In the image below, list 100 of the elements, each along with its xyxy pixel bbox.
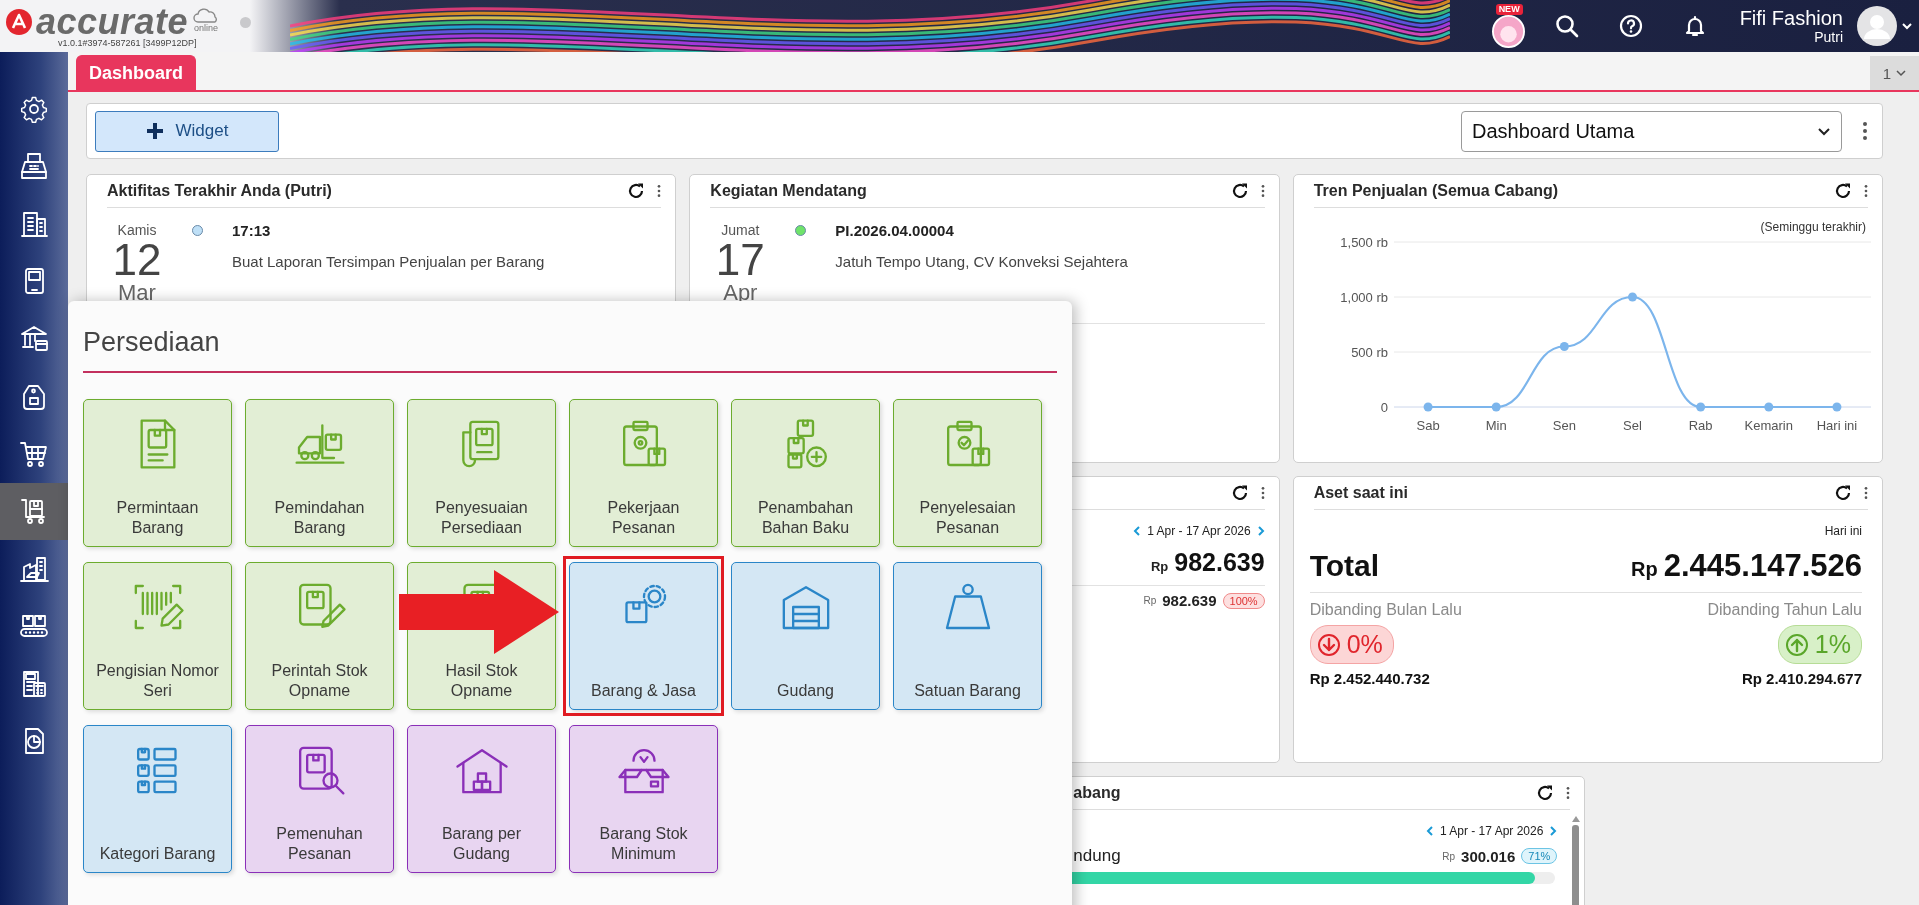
currency-label: Rp	[1631, 558, 1658, 581]
menu-tile[interactable]: Perintah Stok Opname	[245, 562, 394, 710]
version-text: v1.0.1#3974-587261 [3499P12DP]	[58, 38, 198, 48]
refresh-icon[interactable]	[1834, 182, 1852, 200]
menu-tile[interactable]: Penyesuaian Persediaan	[407, 399, 556, 547]
day-label: Kamis	[117, 222, 157, 239]
tile-label: Pengisian Nomor Seri	[95, 661, 220, 701]
comparison-label: Dibanding Tahun Lalu	[1707, 601, 1862, 619]
day-label: Jumat	[721, 222, 760, 239]
arrow-up-icon	[1784, 632, 1809, 657]
date-number: 17	[715, 239, 765, 281]
kebab-menu-icon[interactable]	[1260, 485, 1265, 501]
caret-icon[interactable]	[1901, 20, 1913, 32]
menu-tile[interactable]: Pengisian Nomor Seri	[83, 562, 232, 710]
menu-tile[interactable]: Barang & Jasa	[569, 562, 718, 710]
branch-name: ndung	[1073, 846, 1121, 866]
logo-subtitle: online	[194, 23, 219, 33]
avatar-icon[interactable]	[1857, 6, 1897, 46]
widget-button[interactable]: Widget	[95, 110, 279, 152]
data-point	[1423, 402, 1433, 412]
chevron-right-icon[interactable]	[1256, 526, 1265, 536]
tab[interactable]: Dashboard	[76, 55, 197, 90]
currency-label: Rp	[1143, 595, 1157, 606]
event-title: 17:13	[232, 222, 272, 239]
widget-title: Kegiatan Mendatang	[710, 182, 867, 200]
change-percent: 1%	[1814, 630, 1851, 659]
kebab-menu-icon[interactable]	[1862, 121, 1868, 141]
popup-title: Persediaan	[83, 301, 1057, 373]
tile-label: Penyelesaian Pesanan	[918, 498, 1017, 538]
refresh-icon[interactable]	[1834, 484, 1852, 502]
refresh-icon[interactable]	[1230, 182, 1249, 200]
menu-tile[interactable]: Barang per Gudang	[407, 725, 556, 873]
data-point	[1491, 402, 1501, 412]
axis-label: 1,500 rb	[1339, 235, 1388, 250]
percent-badge: 71%	[1521, 848, 1558, 864]
refresh-icon[interactable]	[1536, 784, 1555, 802]
avatar-icon[interactable]	[1491, 15, 1525, 48]
menu-tile[interactable]: Kategori Barang	[83, 725, 232, 873]
tile-label: Kategori Barang	[99, 844, 216, 864]
menu-tile[interactable]: Pemenuhan Pesanan	[245, 725, 394, 873]
menu-tile[interactable]: Penyelesaian Pesanan	[893, 399, 1042, 547]
period-label: Hari ini	[1823, 524, 1862, 538]
chevron-left-icon[interactable]	[1425, 826, 1434, 836]
axis-label: 500 rb	[1350, 345, 1388, 360]
total-label: Total	[1309, 549, 1380, 583]
date-range: 1 Apr - 17 Apr 2026	[1439, 824, 1544, 838]
tile-label: Penambahan Bahan Baku	[756, 498, 855, 538]
refresh-icon[interactable]	[1230, 484, 1249, 502]
amount: 300.016	[1461, 847, 1516, 865]
data-point	[1832, 402, 1842, 412]
menu-tile[interactable]: Pemindahan Barang	[245, 399, 394, 547]
menu-tile[interactable]: Pekerjaan Pesanan	[569, 399, 718, 547]
user-name: Putri	[1814, 29, 1843, 45]
widget-title: Tren Penjualan (Semua Cabang)	[1313, 182, 1559, 200]
tile-label: Barang & Jasa	[591, 681, 696, 701]
axis-label: Kemarin	[1744, 418, 1793, 433]
chevron-left-icon[interactable]	[1133, 526, 1142, 536]
menu-tile[interactable]: Gudang	[731, 562, 880, 710]
total-amount: 982.639	[1174, 548, 1265, 577]
tile-label: Barang Stok Minimum	[598, 824, 689, 864]
axis-label: Rab	[1688, 418, 1713, 433]
menu-tile[interactable]: Penambahan Bahan Baku	[731, 399, 880, 547]
data-point	[1695, 402, 1705, 412]
tile-label: Gudang	[777, 681, 834, 701]
menu-tile[interactable]: Permintaan Barang	[83, 399, 232, 547]
tile-label: Satuan Barang	[914, 681, 1021, 701]
axis-label: Sab	[1416, 418, 1440, 433]
scrollbar[interactable]	[1571, 816, 1581, 905]
tile-label: Pemindahan Barang	[273, 498, 366, 538]
event-description: Buat Laporan Tersimpan Penjualan per Barang	[232, 253, 546, 270]
data-point	[1627, 292, 1637, 302]
kebab-menu-icon[interactable]	[657, 183, 662, 199]
percent-badge: 100%	[1222, 592, 1265, 609]
tab-switcher[interactable]: 1	[1870, 56, 1919, 90]
menu-tile[interactable]: Satuan Barang	[893, 562, 1042, 710]
tile-label: Pemenuhan Pesanan	[275, 824, 364, 864]
tile-label: Perintah Stok Opname	[270, 661, 369, 701]
refresh-icon[interactable]	[627, 182, 646, 200]
currency-label: Rp	[1150, 559, 1169, 574]
axis-label: Sel	[1622, 418, 1642, 433]
help-icon[interactable]	[1617, 13, 1644, 39]
date-number: 12	[112, 239, 162, 281]
comparison-label: Dibanding Bulan Lalu	[1309, 601, 1462, 619]
currency-label: Rp	[1442, 850, 1456, 862]
axis-label: 0	[1380, 400, 1388, 415]
kebab-menu-icon[interactable]	[1566, 785, 1571, 801]
axis-label: Hari ini	[1816, 418, 1857, 433]
tile-label: Pekerjaan Pesanan	[606, 498, 681, 538]
search-icon[interactable]	[1553, 13, 1580, 39]
kebab-menu-icon[interactable]	[1864, 183, 1868, 199]
date-range: 1 Apr - 17 Apr 2026	[1147, 524, 1251, 538]
chevron-right-icon[interactable]	[1549, 826, 1558, 836]
caret-icon	[1896, 68, 1907, 78]
arrow-down-icon	[1316, 632, 1341, 657]
sidebar-item[interactable]	[0, 482, 68, 540]
menu-tile[interactable]: Barang Stok Minimum	[569, 725, 718, 873]
comparison-amount: Rp 2.410.294.677	[1741, 670, 1862, 687]
kebab-menu-icon[interactable]	[1260, 183, 1265, 199]
dashboard-select[interactable]: Dashboard Utama	[1461, 110, 1842, 152]
kebab-menu-icon[interactable]	[1864, 485, 1868, 501]
